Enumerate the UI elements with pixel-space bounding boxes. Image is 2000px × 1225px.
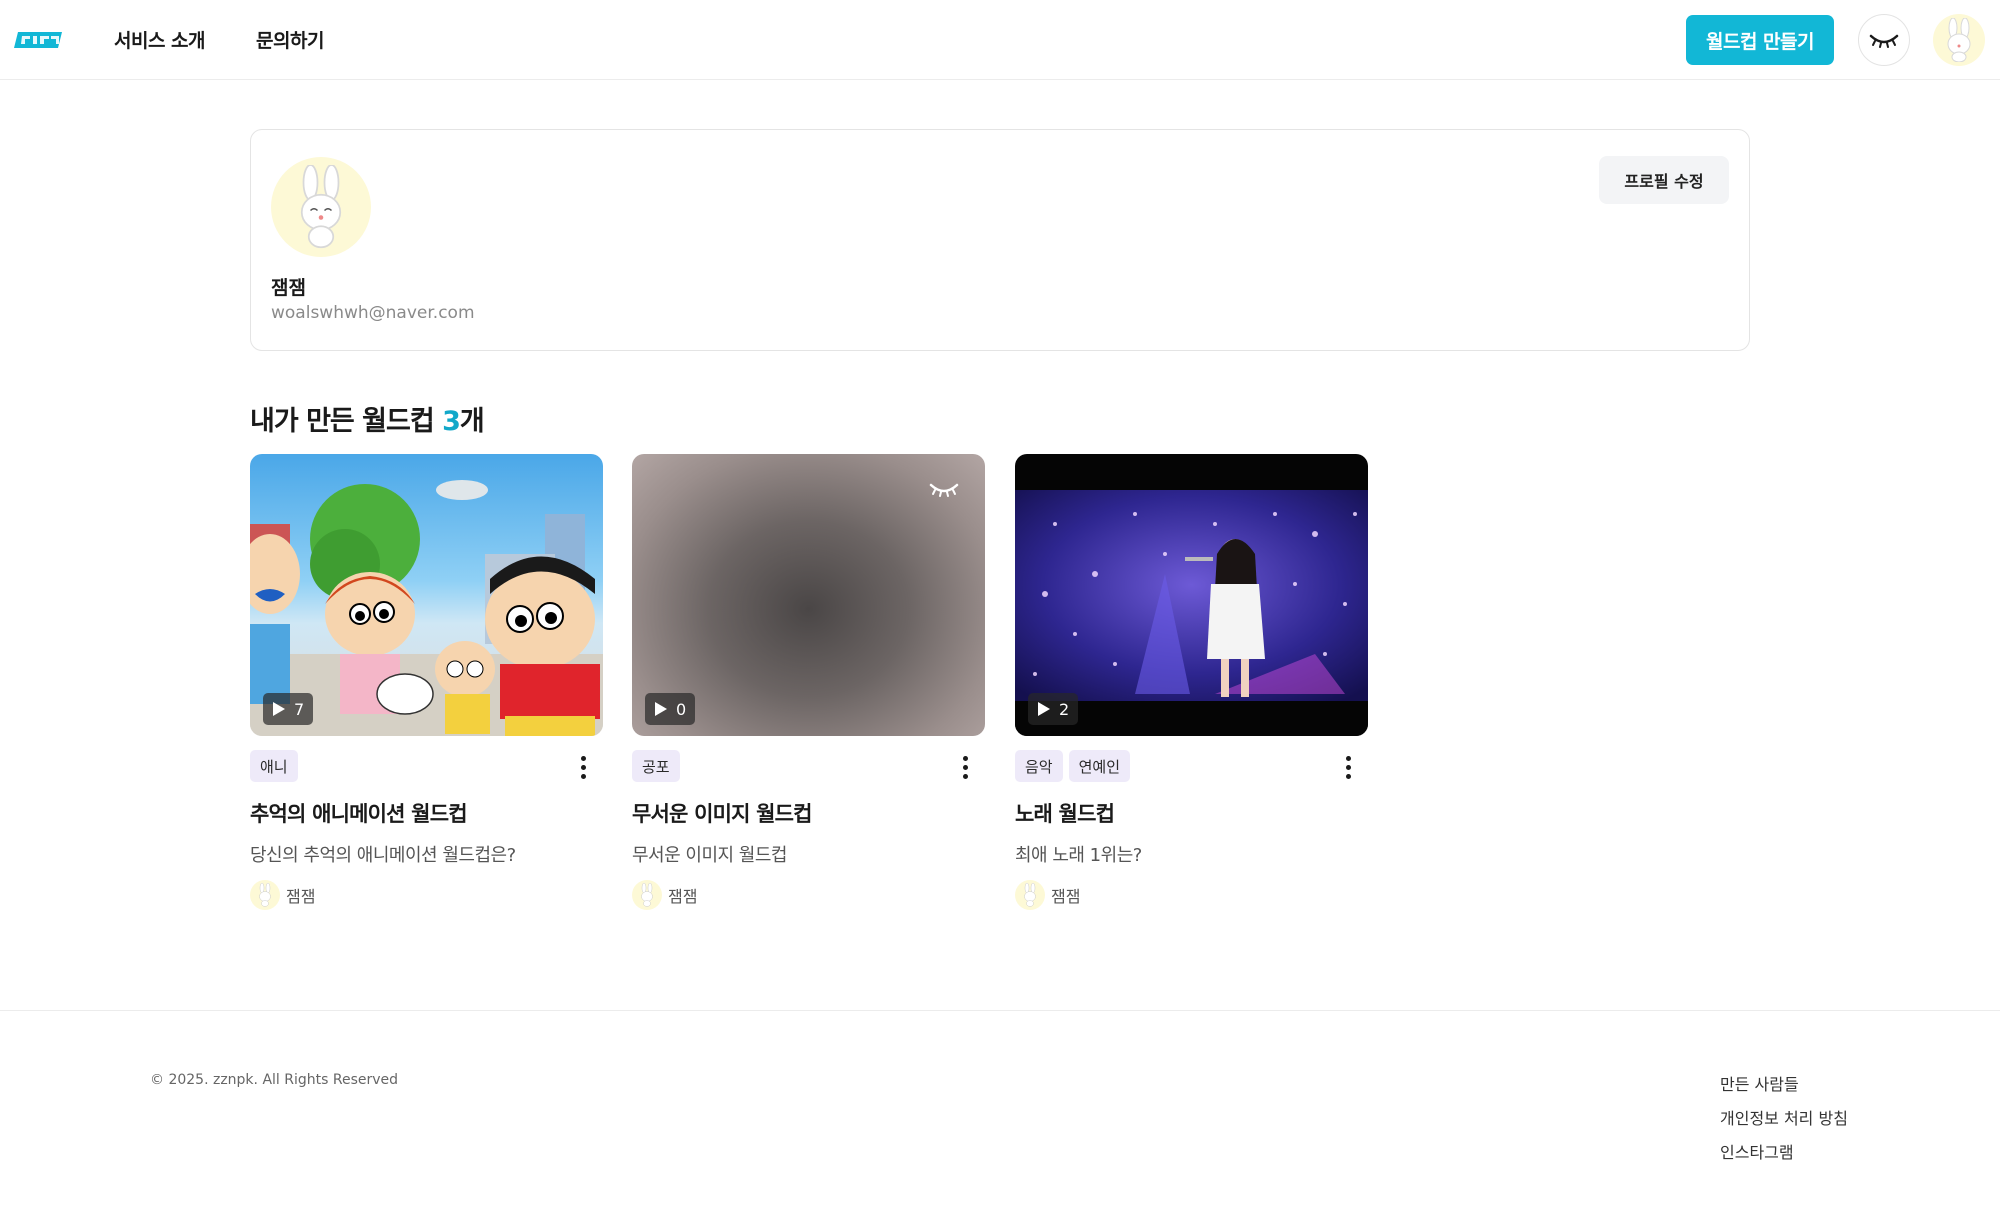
card-author: 잼잼 [1015,880,1080,910]
kebab-dot-icon [580,755,586,761]
play-icon [273,702,285,716]
worldcup-count: 3 [442,406,461,437]
card-thumbnail[interactable]: 7 [250,454,603,736]
author-name: 잼잼 [286,887,316,906]
author-avatar [1015,880,1045,910]
closed-eye-icon [929,483,959,497]
copyright: © 2025. zznpk. All Rights Reserved [150,1072,399,1088]
rabbit-avatar-icon [300,165,342,249]
card-thumbnail[interactable]: 0 [632,454,985,736]
more-options-button[interactable] [953,752,977,782]
card-author: 잼잼 [250,880,315,910]
more-options-button[interactable] [1336,752,1360,782]
kebab-dot-icon [1345,755,1351,761]
play-icon [1038,702,1050,716]
card-title[interactable]: 무서운 이미지 월드컵 [632,798,813,828]
profile-email: woalswhwh@naver.com [271,303,475,323]
profile-avatar [271,157,371,257]
top-header: 서비스 소개 문의하기 월드컵 만들기 [0,0,2000,80]
footer-divider [0,1010,2000,1011]
kebab-dot-icon [962,773,968,779]
worldcup-card: 7 애니 추억의 애니메이션 월드컵 당신의 추억의 애니메이션 월드컵은? 잼… [250,454,603,910]
worldcup-card: 2 음악 연예인 노래 월드컵 최애 노래 1위는? 잼잼 [1015,454,1368,910]
kebab-dot-icon [962,764,968,770]
my-worldcups-title: 내가 만든 월드컵 3개 [250,399,485,438]
play-count: 0 [676,699,687,719]
kebab-dot-icon [1345,773,1351,779]
title-suffix: 개 [459,406,485,437]
tag[interactable]: 음악 [1015,750,1063,782]
tag[interactable]: 연예인 [1068,750,1131,782]
card-description: 당신의 추억의 애니메이션 월드컵은? [250,845,516,866]
nav-contact[interactable]: 문의하기 [256,26,324,53]
closed-eye-icon [1869,34,1899,48]
author-name: 잼잼 [668,887,698,906]
profile-name: 잼잼 [271,277,306,299]
footer-link-creators[interactable]: 만든 사람들 [1720,1071,1799,1095]
theme-toggle-button[interactable] [1858,14,1910,66]
kebab-dot-icon [962,755,968,761]
card-description: 최애 노래 1위는? [1015,845,1142,866]
profile-card: 잼잼 woalswhwh@naver.com 프로필 수정 [250,129,1750,351]
card-tags: 공포 [632,750,680,782]
play-count-badge[interactable]: 0 [645,693,696,725]
rabbit-avatar-icon [1947,18,1971,62]
card-author: 잼잼 [632,880,697,910]
card-tags: 애니 [250,750,298,782]
kebab-dot-icon [580,764,586,770]
tag[interactable]: 애니 [250,750,298,782]
nav-service-intro[interactable]: 서비스 소개 [114,26,206,53]
play-icon [655,702,667,716]
edit-profile-button[interactable]: 프로필 수정 [1599,156,1729,204]
play-count: 7 [294,699,305,719]
rabbit-avatar-icon [641,883,653,907]
card-description: 무서운 이미지 월드컵 [632,845,787,866]
more-options-button[interactable] [571,752,595,782]
play-count-badge[interactable]: 7 [263,693,314,725]
footer-link-instagram[interactable]: 인스타그램 [1720,1139,1794,1163]
author-avatar [250,880,280,910]
play-count: 2 [1059,699,1070,719]
card-tags: 음악 연예인 [1015,750,1131,782]
footer-link-privacy[interactable]: 개인정보 처리 방침 [1720,1105,1848,1129]
kebab-dot-icon [580,773,586,779]
card-title[interactable]: 노래 월드컵 [1015,798,1115,828]
kebab-dot-icon [1345,764,1351,770]
title-prefix: 내가 만든 월드컵 [250,406,443,437]
worldcup-card: 0 공포 무서운 이미지 월드컵 무서운 이미지 월드컵 잼잼 [632,454,985,910]
rabbit-avatar-icon [1024,883,1036,907]
tag[interactable]: 공포 [632,750,680,782]
create-worldcup-button[interactable]: 월드컵 만들기 [1686,15,1834,65]
author-avatar [632,880,662,910]
header-avatar[interactable] [1933,14,1985,66]
logo[interactable] [14,28,66,52]
play-count-badge[interactable]: 2 [1028,693,1079,725]
card-title[interactable]: 추억의 애니메이션 월드컵 [250,798,468,828]
author-name: 잼잼 [1051,887,1081,906]
rabbit-avatar-icon [259,883,271,907]
card-thumbnail[interactable]: 2 [1015,454,1368,736]
